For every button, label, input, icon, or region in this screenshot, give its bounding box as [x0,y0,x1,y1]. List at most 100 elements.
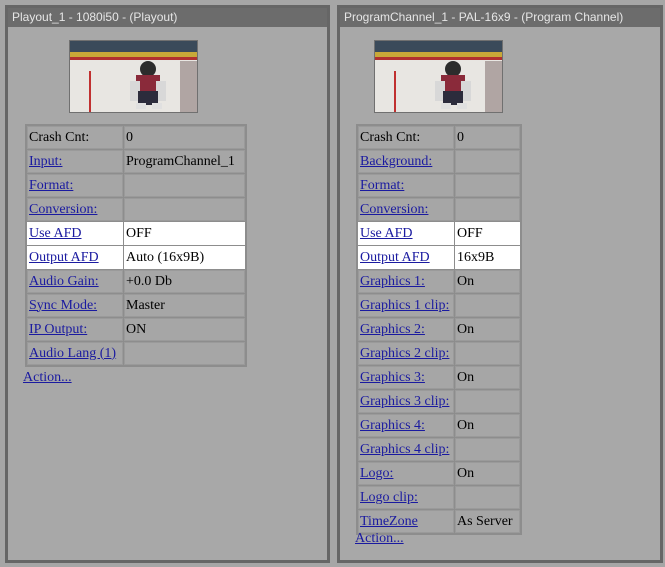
property-value: 16x9B [455,246,520,269]
property-link[interactable]: Audio Gain: [29,274,99,289]
property-label-cell: Graphics 3 clip: [358,390,454,413]
property-value: OFF [455,222,520,245]
table-row: TimeZone As Server [358,510,520,533]
property-label-cell: Crash Cnt: [27,126,123,149]
property-value: 0 [455,126,520,149]
table-row: Output AFD 16x9B [358,246,520,269]
property-label-cell: Graphics 2: [358,318,454,341]
table-row: Graphics 4 clip: [358,438,520,461]
property-link[interactable]: Background: [360,154,432,169]
property-link[interactable]: Conversion: [29,202,97,217]
property-link[interactable]: Output AFD [360,250,430,265]
property-value [124,174,245,197]
table-row: Crash Cnt: 0 [358,126,520,149]
property-value: ProgramChannel_1 [124,150,245,173]
property-value: As Server [455,510,520,533]
property-value [455,390,520,413]
property-link[interactable]: Graphics 3 clip: [360,394,449,409]
table-row: Logo clip: [358,486,520,509]
table-row: Use AFD OFF [27,222,245,245]
property-label-cell: Format: [358,174,454,197]
property-label-cell: Graphics 4: [358,414,454,437]
property-label-cell: Audio Gain: [27,270,123,293]
property-value: +0.0 Db [124,270,245,293]
property-link[interactable]: Format: [29,178,73,193]
property-value: On [455,462,520,485]
table-row: Graphics 3 clip: [358,390,520,413]
property-label-cell: Format: [27,174,123,197]
property-label-cell: Output AFD [358,246,454,269]
property-label: Crash Cnt: [29,129,90,145]
property-link[interactable]: Output AFD [29,250,99,265]
property-link[interactable]: Graphics 4 clip: [360,442,449,457]
property-value: On [455,414,520,437]
property-label-cell: Graphics 1: [358,270,454,293]
table-row: Audio Lang (1) [27,342,245,365]
property-link[interactable]: Format: [360,178,404,193]
playout-panel-title: Playout_1 - 1080i50 - (Playout) [8,8,327,27]
property-label-cell: Output AFD [27,246,123,269]
property-link[interactable]: IP Output: [29,322,87,337]
property-link[interactable]: Graphics 1: [360,274,425,289]
table-row: Graphics 4: On [358,414,520,437]
property-label-cell: Graphics 2 clip: [358,342,454,365]
property-label-cell: Input: [27,150,123,173]
property-value [124,198,245,221]
property-link[interactable]: Use AFD [29,226,82,241]
property-value: On [455,270,520,293]
video-preview-thumbnail [374,40,503,113]
hockey-goalie-image [375,41,502,112]
property-label-cell: Logo clip: [358,486,454,509]
table-row: Sync Mode: Master [27,294,245,317]
property-value [455,174,520,197]
property-link[interactable]: Graphics 2: [360,322,425,337]
property-link[interactable]: Sync Mode: [29,298,97,313]
table-row: IP Output: ON [27,318,245,341]
property-label-cell: Graphics 1 clip: [358,294,454,317]
property-link[interactable]: Graphics 2 clip: [360,346,449,361]
property-link[interactable]: Conversion: [360,202,428,217]
property-value: Master [124,294,245,317]
table-row: Graphics 1 clip: [358,294,520,317]
table-row: Graphics 2: On [358,318,520,341]
property-link[interactable]: Logo clip: [360,490,418,505]
property-link[interactable]: Input: [29,154,62,169]
property-link[interactable]: Audio Lang (1) [29,346,116,361]
property-label-cell: TimeZone [358,510,454,533]
property-value: 0 [124,126,245,149]
property-label: Crash Cnt: [360,129,421,145]
table-row: Crash Cnt: 0 [27,126,245,149]
table-row: Conversion: [27,198,245,221]
property-link[interactable]: Use AFD [360,226,413,241]
property-value: On [455,318,520,341]
property-link[interactable]: TimeZone [360,514,418,529]
property-link[interactable]: Logo: [360,466,393,481]
property-value [455,438,520,461]
table-row: Audio Gain: +0.0 Db [27,270,245,293]
property-value: Auto (16x9B) [124,246,245,269]
playout-action-link[interactable]: Action... [23,370,72,386]
property-label-cell: Sync Mode: [27,294,123,317]
table-row: Conversion: [358,198,520,221]
property-value [455,150,520,173]
table-row: Use AFD OFF [358,222,520,245]
property-label-cell: Conversion: [27,198,123,221]
property-link[interactable]: Graphics 3: [360,370,425,385]
property-value: On [455,366,520,389]
property-value [455,342,520,365]
table-row: Format: [27,174,245,197]
table-row: Background: [358,150,520,173]
program-channel-panel: ProgramChannel_1 - PAL-16x9 - (Program C… [337,5,663,563]
program-channel-action-link[interactable]: Action... [355,531,404,547]
property-value: OFF [124,222,245,245]
table-row: Graphics 3: On [358,366,520,389]
property-link[interactable]: Graphics 4: [360,418,425,433]
property-link[interactable]: Graphics 1 clip: [360,298,449,313]
property-value [455,198,520,221]
property-label-cell: Conversion: [358,198,454,221]
playout-properties-table: Crash Cnt: 0 Input: ProgramChannel_1 Format:… [25,124,247,367]
property-label-cell: Graphics 4 clip: [358,438,454,461]
table-row: Graphics 1: On [358,270,520,293]
property-value [124,342,245,365]
property-label-cell: Graphics 3: [358,366,454,389]
